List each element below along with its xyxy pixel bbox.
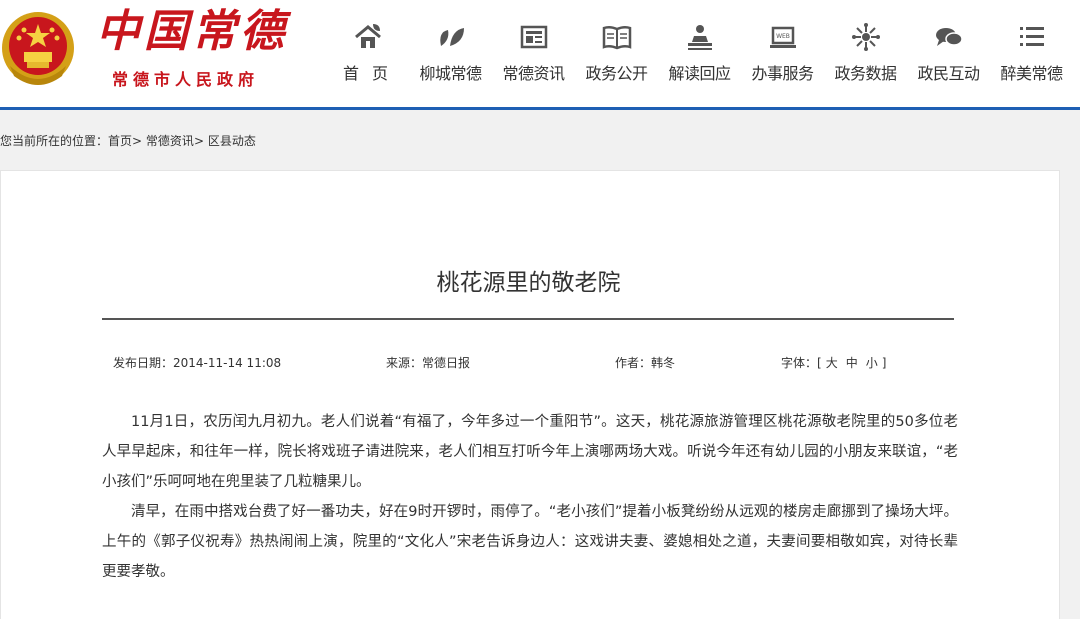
podium-icon (688, 25, 712, 50)
article-paragraph: 11月1日，农历闰九月初九。老人们说着“有福了，今年多过一个重阳节”。这天，桃花… (102, 414, 958, 490)
font-size-close: ] (881, 356, 887, 370)
nav-item-news[interactable]: 常德资讯 (492, 18, 575, 88)
nav-label: 政务公开 (585, 64, 648, 83)
article-author: 作者：韩冬 (615, 356, 676, 370)
breadcrumb-separator: > (193, 134, 204, 148)
menu-icon (1020, 27, 1044, 46)
leaf-icon (440, 28, 464, 46)
article-paragraph: 清早，在雨中搭戏台费了好一番功夫，好在9时开锣时，雨停了。“老小孩们”提着小板凳… (102, 504, 958, 580)
font-large-button[interactable]: 大 (822, 356, 842, 370)
logo-subtitle: 常德市人民政府 (112, 70, 260, 89)
article-title: 桃花源里的敬老院 (436, 270, 621, 296)
breadcrumb: 您当前所在的位置：首页> 常德资讯> 区县动态 (0, 132, 256, 149)
news-icon (520, 25, 548, 49)
breadcrumb-prefix: 您当前所在的位置： (0, 134, 109, 148)
nav-label: 首 页 (342, 64, 393, 83)
nav-label: 办事服务 (751, 64, 814, 83)
web-icon: WEB (770, 26, 796, 48)
nav-item-interaction[interactable]: 政民互动 (907, 18, 990, 88)
nav-item-gov-open[interactable]: 政务公开 (575, 18, 658, 88)
breadcrumb-home[interactable]: 首页 (108, 134, 132, 148)
data-icon (852, 23, 880, 51)
nav-item-interpret[interactable]: 解读回应 (658, 18, 741, 88)
article-source: 来源：常德日报 (386, 356, 471, 370)
breadcrumb-separator: > (132, 134, 143, 148)
article-card: 桃花源里的敬老院 发布日期：2014-11-14 11:08 来源：常德日报 作… (0, 170, 1060, 619)
font-medium-button[interactable]: 中 (842, 356, 862, 370)
book-icon (602, 25, 632, 50)
article-body: 11月1日，农历闰九月初九。老人们说着“有福了，今年多过一个重阳节”。这天，桃花… (102, 407, 958, 587)
font-small-button[interactable]: 小 (862, 356, 882, 370)
national-emblem-icon[interactable] (0, 6, 76, 90)
nav-item-gov-data[interactable]: 政务数据 (824, 18, 907, 88)
logo-title: 中国常德 (96, 6, 288, 57)
chat-icon (936, 28, 963, 46)
nav-label: 醉美常德 (1000, 64, 1063, 83)
main-nav: 首 页 柳城常德 常德资讯 政务公开 解读回应 WEB 办事服务 政务数据 政民… (326, 18, 1073, 88)
font-size-control: 字体：[大中小] (781, 354, 886, 371)
breadcrumb-county[interactable]: 区县动态 (208, 134, 256, 148)
site-logo[interactable]: 中国常德 常德市人民政府 (96, 4, 286, 90)
site-header: 中国常德 常德市人民政府 首 页 柳城常德 常德资讯 政务公开 解读回应 WEB… (0, 0, 1080, 110)
breadcrumb-news[interactable]: 常德资讯 (146, 134, 194, 148)
home-icon (355, 24, 381, 48)
nav-item-liucheng[interactable]: 柳城常德 (409, 18, 492, 88)
font-size-label: 字体：[ (781, 356, 822, 370)
nav-label: 政民互动 (917, 64, 980, 83)
nav-label: 解读回应 (668, 64, 731, 83)
nav-label: 常德资讯 (502, 64, 565, 83)
nav-item-services[interactable]: WEB 办事服务 (741, 18, 824, 88)
title-divider (102, 318, 954, 320)
nav-label: 柳城常德 (419, 64, 482, 83)
svg-text:WEB: WEB (776, 33, 790, 40)
nav-label: 政务数据 (834, 64, 897, 83)
nav-item-home[interactable]: 首 页 (326, 18, 409, 88)
nav-item-beautiful[interactable]: 醉美常德 (990, 18, 1073, 88)
publish-date: 发布日期：2014-11-14 11:08 (113, 356, 282, 370)
